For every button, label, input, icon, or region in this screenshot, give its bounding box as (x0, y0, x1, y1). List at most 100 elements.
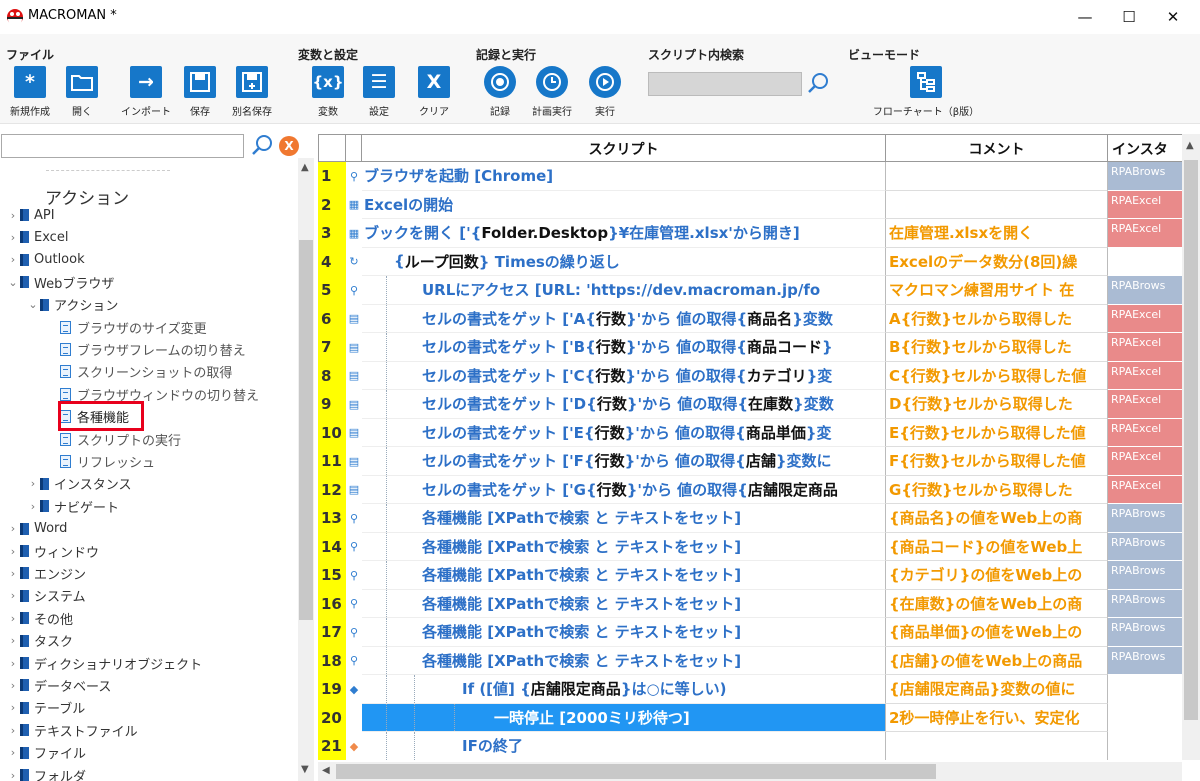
comment-cell[interactable]: C{行数}セルから取得した値 (886, 361, 1108, 390)
flowchart-button[interactable]: フローチャート（β版） (856, 66, 996, 118)
comment-cell[interactable]: 在庫管理.xlsxを開く (886, 219, 1108, 248)
chevron-right-icon[interactable]: › (6, 231, 20, 244)
grid-hscroll-thumb[interactable] (336, 764, 936, 779)
script-cell[interactable]: ブラウザを起動 [Chrome] (362, 162, 886, 191)
tree-item[interactable]: リフレッシュ (60, 450, 155, 472)
tree-item[interactable]: › ファイル (6, 742, 86, 764)
tree-item[interactable]: › エンジン (6, 562, 86, 584)
scroll-left-icon[interactable]: ◀ (322, 765, 330, 776)
chevron-right-icon[interactable]: › (6, 612, 20, 625)
comment-cell[interactable]: G{行数}セルから取得した (886, 475, 1108, 504)
comment-cell[interactable] (886, 190, 1108, 219)
script-cell[interactable]: セルの書式をゲット ['C{行数}'から 値の取得{カテゴリ}変 (362, 361, 886, 390)
instance-cell[interactable]: RPAExcel (1108, 333, 1182, 362)
script-cell[interactable]: 各種機能 [XPathで検索 と テキストをセット] (362, 561, 886, 590)
tree-item[interactable]: › インスタンス (26, 473, 132, 495)
script-row[interactable]: 16 ⚲ 各種機能 [XPathで検索 と テキストをセット] {在庫数}の値をWeb… (318, 589, 1182, 618)
instance-cell[interactable]: RPAExcel (1108, 190, 1182, 219)
script-row[interactable]: 19 ◆ If ([値] {店舗限定商品}は○に等しい) {店舗限定商品}変数の値に (318, 675, 1182, 704)
instance-cell[interactable]: RPABrows (1108, 618, 1182, 647)
script-cell[interactable]: セルの書式をゲット ['B{行数}'から 値の取得{商品コード} (362, 333, 886, 362)
comment-cell[interactable]: マクロマン練習用サイト 在 (886, 276, 1108, 305)
script-row[interactable]: 2 ▦ Excelの開始 RPAExcel (318, 190, 1182, 219)
chevron-right-icon[interactable]: › (6, 657, 20, 670)
script-row[interactable]: 6 ▤ セルの書式をゲット ['A{行数}'から 値の取得{商品名}変数 A{行数}セ… (318, 304, 1182, 333)
script-cell[interactable]: {ループ回数} Timesの繰り返し (362, 247, 886, 276)
chevron-right-icon[interactable]: › (6, 253, 20, 266)
instance-cell[interactable]: RPABrows (1108, 532, 1182, 561)
action-search-input[interactable] (1, 134, 244, 158)
script-row[interactable]: 7 ▤ セルの書式をゲット ['B{行数}'から 値の取得{商品コード} B{行数}セ… (318, 333, 1182, 362)
instance-cell[interactable]: RPABrows (1108, 162, 1182, 191)
script-cell[interactable]: セルの書式をゲット ['A{行数}'から 値の取得{商品名}変数 (362, 304, 886, 333)
comment-cell[interactable]: {商品単価}の値をWeb上の (886, 618, 1108, 647)
instance-cell[interactable]: RPAExcel (1108, 447, 1182, 476)
script-cell[interactable]: Excelの開始 (362, 190, 886, 219)
comment-cell[interactable]: {カテゴリ}の値をWeb上の (886, 561, 1108, 590)
new-button[interactable]: * 新規作成 (2, 66, 58, 118)
script-cell[interactable]: If ([値] {店舗限定商品}は○に等しい) (362, 675, 886, 704)
scroll-up-icon[interactable]: ▲ (301, 162, 309, 173)
script-row[interactable]: 8 ▤ セルの書式をゲット ['C{行数}'から 値の取得{カテゴリ}変 C{行数}セ… (318, 361, 1182, 390)
schedule-button[interactable]: 計画実行 (524, 66, 580, 118)
script-cell[interactable]: セルの書式をゲット ['F{行数}'から 値の取得{店舗}変数に (362, 447, 886, 476)
comment-cell[interactable]: D{行数}セルから取得した (886, 390, 1108, 419)
scroll-down-icon[interactable]: ▼ (301, 764, 309, 775)
chevron-right-icon[interactable]: › (6, 701, 20, 714)
tree-item[interactable]: › テーブル (6, 697, 85, 719)
instance-cell[interactable] (1108, 248, 1182, 276)
script-row[interactable]: 17 ⚲ 各種機能 [XPathで検索 と テキストをセット] {商品単価}の値をWe… (318, 618, 1182, 647)
open-button[interactable]: 開く (54, 66, 110, 118)
script-cell[interactable]: セルの書式をゲット ['G{行数}'から 値の取得{店舗限定商品 (362, 475, 886, 504)
tree-item[interactable]: › タスク (6, 630, 73, 652)
chevron-right-icon[interactable]: › (6, 769, 20, 781)
tree-item[interactable]: › API (6, 204, 55, 226)
chevron-right-icon[interactable]: › (6, 746, 20, 759)
comment-cell[interactable]: {商品名}の値をWeb上の商 (886, 504, 1108, 533)
script-row[interactable]: 11 ▤ セルの書式をゲット ['F{行数}'から 値の取得{店舗}変数に F{行数}… (318, 447, 1182, 476)
clear-button[interactable]: X クリア (406, 66, 462, 118)
save-as-button[interactable]: 別名保存 (224, 66, 280, 118)
comment-cell[interactable]: Excelのデータ数分(8回)繰 (886, 247, 1108, 276)
script-row[interactable]: 18 ⚲ 各種機能 [XPathで検索 と テキストをセット] {店舗}の値をWeb上… (318, 646, 1182, 675)
comment-cell[interactable]: B{行数}セルから取得した (886, 333, 1108, 362)
clear-search-icon[interactable]: X (279, 136, 299, 156)
script-row[interactable]: 3 ▦ ブックを開く ['{Folder.Desktop}¥在庫管理.xlsx'から… (318, 219, 1182, 248)
tree-item[interactable]: › ナビゲート (26, 495, 119, 517)
tree-item[interactable]: › ウィンドウ (6, 540, 99, 562)
comment-cell[interactable]: E{行数}セルから取得した値 (886, 418, 1108, 447)
maximize-button[interactable]: ☐ (1106, 0, 1152, 34)
comment-cell[interactable] (886, 162, 1108, 191)
script-search-input[interactable] (648, 72, 802, 96)
script-cell[interactable]: ブックを開く ['{Folder.Desktop}¥在庫管理.xlsx'から開き… (362, 219, 886, 248)
tree-item[interactable]: ⌄ Webブラウザ (6, 271, 114, 293)
script-cell[interactable]: 各種機能 [XPathで検索 と テキストをセット] (362, 589, 886, 618)
script-cell[interactable]: 各種機能 [XPathで検索 と テキストをセット] (362, 618, 886, 647)
tree-item[interactable]: スクリーンショットの取得 (60, 361, 232, 383)
script-cell[interactable]: セルの書式をゲット ['E{行数}'から 値の取得{商品単価}変 (362, 418, 886, 447)
script-cell[interactable]: URLにアクセス [URL: 'https://dev.macroman.jp/… (362, 276, 886, 305)
chevron-right-icon[interactable]: › (6, 545, 20, 558)
chevron-down-icon[interactable]: ⌄ (6, 276, 20, 289)
tree-item[interactable]: › システム (6, 585, 86, 607)
scroll-up-icon[interactable]: ▲ (1186, 140, 1194, 151)
instance-cell[interactable]: RPABrows (1108, 589, 1182, 618)
script-cell[interactable]: セルの書式をゲット ['D{行数}'から 値の取得{在庫数}変数 (362, 390, 886, 419)
instance-cell[interactable] (1108, 732, 1182, 760)
chevron-right-icon[interactable]: › (26, 477, 40, 490)
instance-cell[interactable]: RPABrows (1108, 276, 1182, 305)
comment-cell[interactable]: 2秒一時停止を行い、安定化 (886, 703, 1108, 732)
tree-item[interactable]: › Word (6, 518, 68, 540)
close-button[interactable]: ✕ (1150, 0, 1196, 34)
script-row[interactable]: 5 ⚲ URLにアクセス [URL: 'https://dev.macroman.j… (318, 276, 1182, 305)
variables-button[interactable]: {x} 変数 (300, 66, 356, 118)
header-script[interactable]: スクリプト (362, 134, 886, 162)
search-icon[interactable] (250, 133, 274, 157)
instance-cell[interactable]: RPAExcel (1108, 304, 1182, 333)
import-button[interactable]: → インポート (116, 66, 176, 118)
comment-cell[interactable]: A{行数}セルから取得した (886, 304, 1108, 333)
tree-item[interactable]: › Excel (6, 226, 69, 248)
comment-cell[interactable]: {店舗限定商品}変数の値に (886, 675, 1108, 704)
header-comment[interactable]: コメント (886, 134, 1108, 162)
chevron-right-icon[interactable]: › (6, 209, 20, 222)
